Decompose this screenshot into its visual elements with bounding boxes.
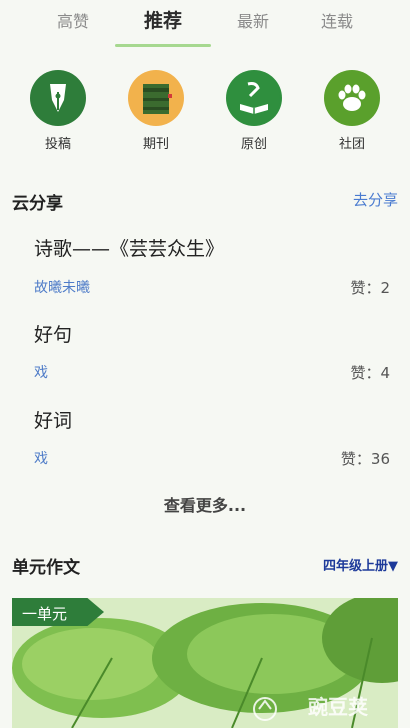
tab-latest[interactable]: 最新: [218, 8, 288, 32]
post-likes: 赞：36: [340, 450, 390, 468]
post-title: 好词: [34, 410, 73, 432]
post-author[interactable]: 戏: [34, 362, 48, 382]
post-title: 好句: [34, 324, 73, 346]
category-club[interactable]: 社团: [317, 70, 387, 152]
watermark-text: 豌豆荚: [308, 695, 368, 719]
post-author[interactable]: 戏: [34, 448, 48, 468]
category-label: 原创: [240, 137, 267, 152]
tab-top-liked[interactable]: 高赞: [38, 8, 108, 32]
list-item[interactable]: 好词 戏 赞：36: [34, 406, 390, 472]
category-journal[interactable]: 期刊: [121, 70, 191, 152]
category-submit[interactable]: 投稿: [23, 70, 93, 152]
journal-book-icon: [128, 70, 184, 126]
unit-essay-header: 单元作文 四年级上册▼: [12, 553, 398, 578]
category-label: 投稿: [44, 137, 71, 152]
section-title: 云分享: [12, 194, 63, 214]
unit-banner[interactable]: 一单元 豌豆荚: [12, 598, 398, 728]
category-label: 期刊: [142, 137, 169, 152]
tab-recommended[interactable]: 推荐: [128, 6, 198, 33]
watermark-logo-icon: [253, 697, 277, 721]
cloud-share-header: 云分享 去分享: [12, 189, 398, 214]
category-row: 投稿 期刊 原创 社团: [0, 70, 410, 156]
view-more-button[interactable]: 查看更多...: [0, 492, 410, 516]
category-label: 社团: [338, 137, 365, 152]
section-title: 单元作文: [12, 558, 80, 578]
top-tab-bar: 高赞 推荐 最新 连载: [0, 0, 410, 47]
fountain-pen-icon: [30, 70, 86, 126]
post-likes: 赞：4: [350, 364, 390, 382]
original-book-icon: [226, 70, 282, 126]
list-item[interactable]: 诗歌——《芸芸众生》 故曦未曦 赞：2: [34, 234, 390, 300]
unit-tag: 一单元: [12, 598, 104, 626]
paw-icon: [324, 70, 380, 126]
post-title: 诗歌——《芸芸众生》: [34, 238, 225, 260]
active-tab-indicator: [115, 44, 211, 47]
post-author[interactable]: 故曦未曦: [34, 277, 90, 297]
grade-selector[interactable]: 四年级上册▼: [323, 555, 398, 574]
post-likes: 赞：2: [350, 279, 390, 297]
tab-serialized[interactable]: 连载: [302, 8, 372, 32]
list-item[interactable]: 好句 戏 赞：4: [34, 320, 390, 386]
category-original[interactable]: 原创: [219, 70, 289, 152]
go-share-link[interactable]: 去分享: [353, 189, 398, 210]
